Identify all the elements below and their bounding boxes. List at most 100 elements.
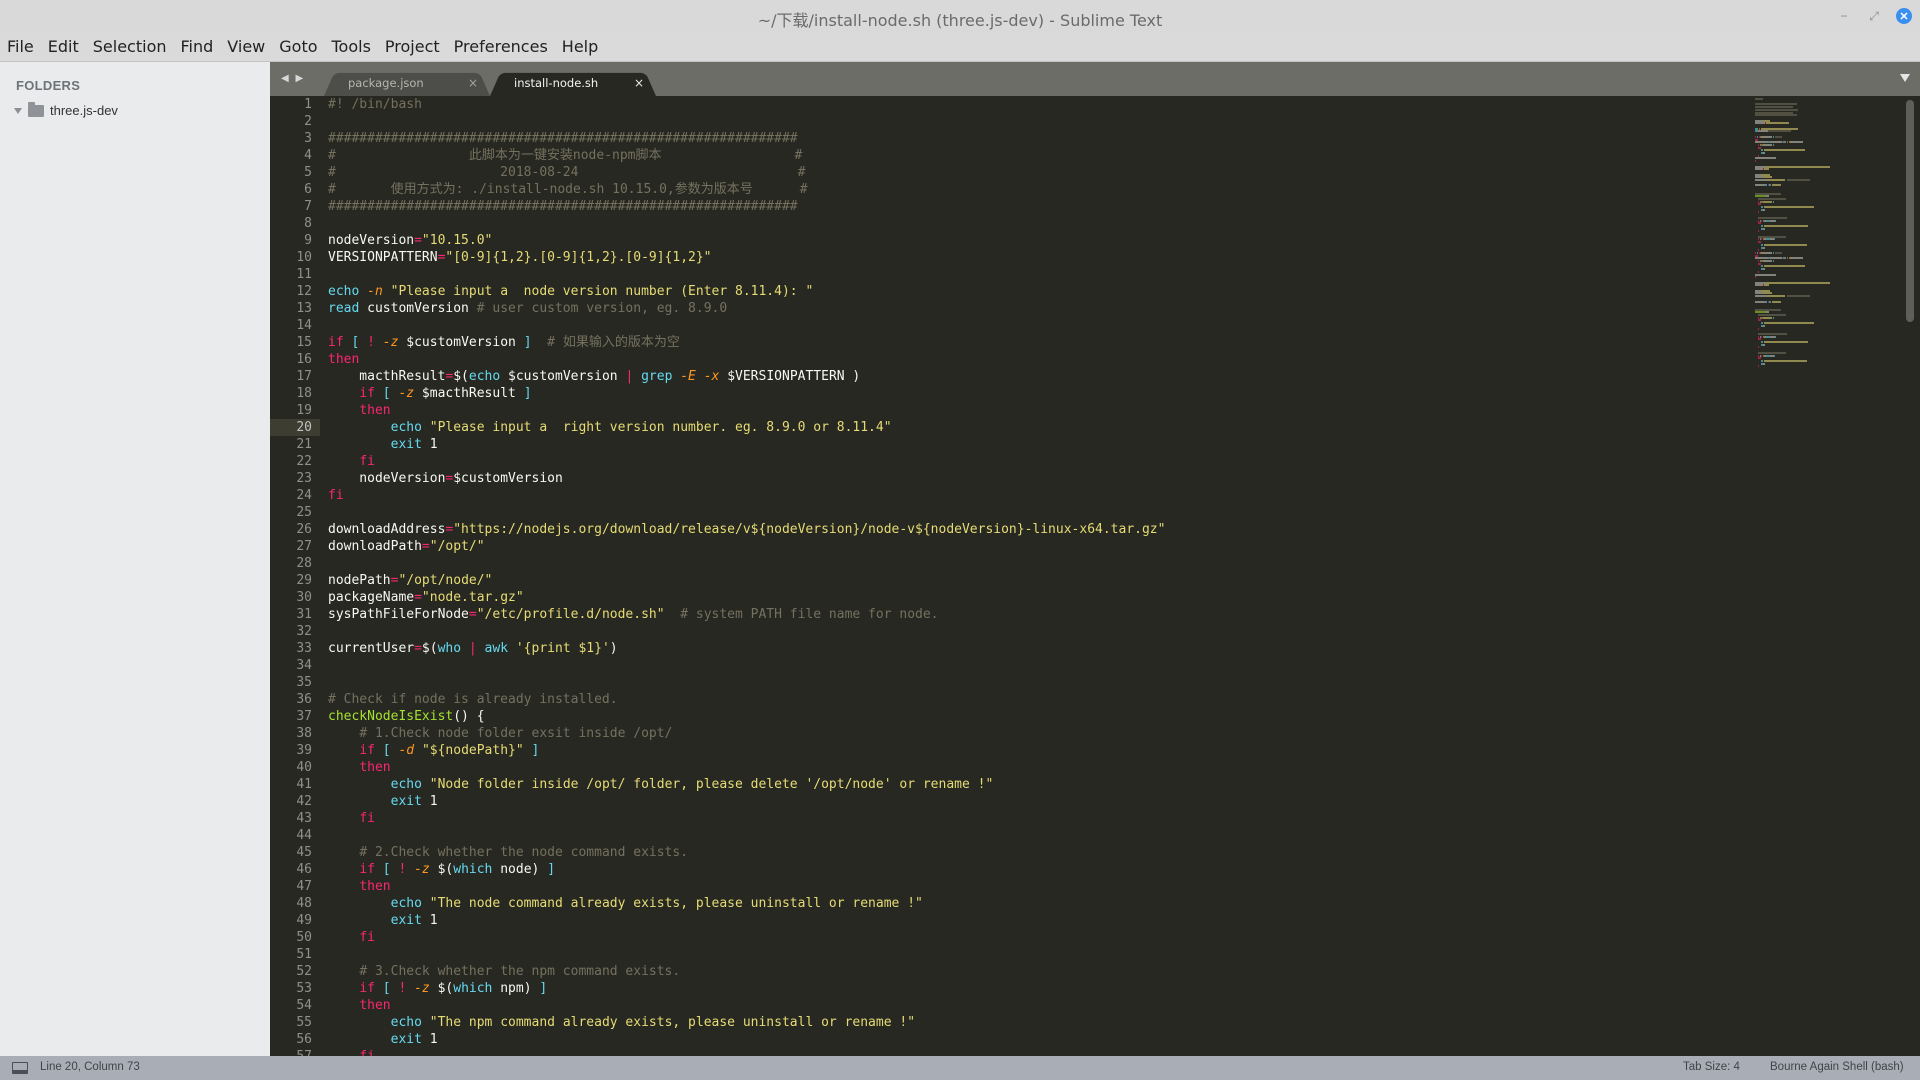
- code-token: if: [359, 862, 375, 877]
- minimap[interactable]: [1755, 98, 1875, 478]
- sidebar-folder-three-js-dev[interactable]: three.js-dev: [14, 101, 118, 118]
- code-line[interactable]: # 3.Check whether the npm command exists…: [328, 963, 1708, 980]
- code-line[interactable]: exit 1: [328, 1031, 1708, 1048]
- code-line[interactable]: if [ ! -z $(which npm) ]: [328, 980, 1708, 997]
- minimap-line: [1772, 143, 1774, 146]
- code-line[interactable]: echo "The node command already exists, p…: [328, 895, 1708, 912]
- code-line[interactable]: exit 1: [328, 436, 1708, 453]
- code-token: downloadAddress: [328, 522, 446, 537]
- code-line[interactable]: fi: [328, 810, 1708, 827]
- code-line[interactable]: # 1.Check node folder exsit inside /opt/: [328, 725, 1708, 742]
- code-line[interactable]: echo "The npm command already exists, pl…: [328, 1014, 1708, 1031]
- code-line[interactable]: macthResult=$(echo $customVersion | grep…: [328, 368, 1708, 385]
- vertical-scrollbar[interactable]: [1906, 100, 1914, 322]
- code-line[interactable]: fi: [328, 1048, 1708, 1056]
- code-line[interactable]: [328, 946, 1708, 963]
- syntax-indicator[interactable]: Bourne Again Shell (bash): [1770, 1061, 1904, 1073]
- code-token: currentUser: [328, 641, 415, 656]
- code-area[interactable]: #! /bin/bash ############################…: [328, 96, 1708, 1056]
- menu-view[interactable]: View: [227, 37, 265, 56]
- menu-goto[interactable]: Goto: [279, 37, 317, 56]
- code-line[interactable]: then: [328, 351, 1708, 368]
- code-line[interactable]: nodeVersion=$customVersion: [328, 470, 1708, 487]
- minimap-line: [1763, 119, 1770, 122]
- code-line[interactable]: #! /bin/bash: [328, 96, 1708, 113]
- code-line[interactable]: [328, 113, 1708, 130]
- code-line[interactable]: nodeVersion="10.15.0": [328, 232, 1708, 249]
- code-line[interactable]: echo "Node folder inside /opt/ folder, p…: [328, 776, 1708, 793]
- code-line[interactable]: sysPathFileForNode="/etc/profile.d/node.…: [328, 606, 1708, 623]
- code-line[interactable]: exit 1: [328, 793, 1708, 810]
- code-line[interactable]: if [ -z $macthResult ]: [328, 385, 1708, 402]
- code-line[interactable]: if [ ! -z $customVersion ] # 如果输入的版本为空: [328, 334, 1708, 351]
- code-line[interactable]: [328, 555, 1708, 572]
- code-line[interactable]: currentUser=$(who | awk '{print $1}'): [328, 640, 1708, 657]
- code-line[interactable]: fi: [328, 929, 1708, 946]
- code-line[interactable]: [328, 504, 1708, 521]
- tab-size-indicator[interactable]: Tab Size: 4: [1683, 1061, 1740, 1073]
- code-line[interactable]: exit 1: [328, 912, 1708, 929]
- panel-toggle-icon[interactable]: [12, 1062, 28, 1074]
- line-number: 17: [296, 369, 312, 384]
- code-line[interactable]: then: [328, 997, 1708, 1014]
- code-line[interactable]: [328, 623, 1708, 640]
- minimap-line: [1755, 254, 1758, 257]
- menu-edit[interactable]: Edit: [48, 37, 79, 56]
- line-number: 11: [296, 267, 312, 282]
- minimap-line: [1770, 141, 1782, 144]
- code-line[interactable]: VERSIONPATTERN="[0-9]{1,2}.[0-9]{1,2}.[0…: [328, 249, 1708, 266]
- code-line[interactable]: then: [328, 878, 1708, 895]
- disclosure-triangle-icon[interactable]: [14, 107, 22, 114]
- minimap-line: [1755, 119, 1763, 122]
- code-editor[interactable]: 1 2 3 4 5 6 7 8 9 10 11 12 13 14 15 16 17 18 19 20 21 22 23 24 2…: [270, 96, 1920, 1056]
- code-line[interactable]: echo -n "Please input a node version num…: [328, 283, 1708, 300]
- tab-nav-arrows-icon[interactable]: ◀ ▶: [281, 73, 305, 84]
- minimap-line: [1761, 251, 1773, 254]
- tab-package-json[interactable]: package.json ×: [332, 69, 482, 96]
- code-line[interactable]: # Check if node is already installed.: [328, 691, 1708, 708]
- code-line[interactable]: [328, 215, 1708, 232]
- close-window-button[interactable]: ✕: [1896, 8, 1912, 24]
- code-line[interactable]: # 2.Check whether the node command exist…: [328, 844, 1708, 861]
- code-line[interactable]: then: [328, 402, 1708, 419]
- menu-preferences[interactable]: Preferences: [454, 37, 548, 56]
- menu-project[interactable]: Project: [385, 37, 440, 56]
- maximize-button[interactable]: ⤢: [1866, 8, 1882, 24]
- code-line[interactable]: [328, 266, 1708, 283]
- code-line[interactable]: fi: [328, 487, 1708, 504]
- code-line[interactable]: [328, 674, 1708, 691]
- code-line[interactable]: packageName="node.tar.gz": [328, 589, 1708, 606]
- code-line[interactable]: # 使用方式为: ./install-node.sh 10.15.0,参数为版本…: [328, 181, 1708, 198]
- tab-close-icon[interactable]: ×: [468, 76, 478, 90]
- code-line[interactable]: if [ ! -z $(which node) ]: [328, 861, 1708, 878]
- code-line[interactable]: # 2018-08-24 #: [328, 164, 1708, 181]
- tab-install-node-sh[interactable]: install-node.sh ×: [498, 69, 648, 96]
- menu-file[interactable]: File: [7, 37, 34, 56]
- code-line[interactable]: ########################################…: [328, 198, 1708, 215]
- code-line[interactable]: read customVersion # user custom version…: [328, 300, 1708, 317]
- code-line[interactable]: [328, 657, 1708, 674]
- code-line[interactable]: # 此脚本为一键安装node-npm脚本 #: [328, 147, 1708, 164]
- code-line[interactable]: nodePath="/opt/node/": [328, 572, 1708, 589]
- code-line[interactable]: downloadPath="/opt/": [328, 538, 1708, 555]
- tab-list-dropdown-icon[interactable]: [1900, 74, 1910, 82]
- code-line[interactable]: checkNodeIsExist() {: [328, 708, 1708, 725]
- menu-tools[interactable]: Tools: [332, 37, 371, 56]
- code-line[interactable]: ########################################…: [328, 130, 1708, 147]
- menu-selection[interactable]: Selection: [93, 37, 167, 56]
- code-line[interactable]: downloadAddress="https://nodejs.org/down…: [328, 521, 1708, 538]
- tab-close-icon[interactable]: ×: [634, 76, 644, 90]
- code-token: who: [437, 641, 462, 656]
- code-line[interactable]: [328, 827, 1708, 844]
- menu-help[interactable]: Help: [562, 37, 598, 56]
- minimap-line: [1760, 359, 1764, 362]
- minimize-button[interactable]: −: [1836, 8, 1852, 24]
- code-line[interactable]: echo "Please input a right version numbe…: [328, 419, 1708, 436]
- code-line[interactable]: fi: [328, 453, 1708, 470]
- code-line[interactable]: then: [328, 759, 1708, 776]
- code-line[interactable]: if [ -d "${nodePath}" ]: [328, 742, 1708, 759]
- code-line[interactable]: [328, 317, 1708, 334]
- menu-find[interactable]: Find: [181, 37, 214, 56]
- minimap-line: [1770, 257, 1782, 260]
